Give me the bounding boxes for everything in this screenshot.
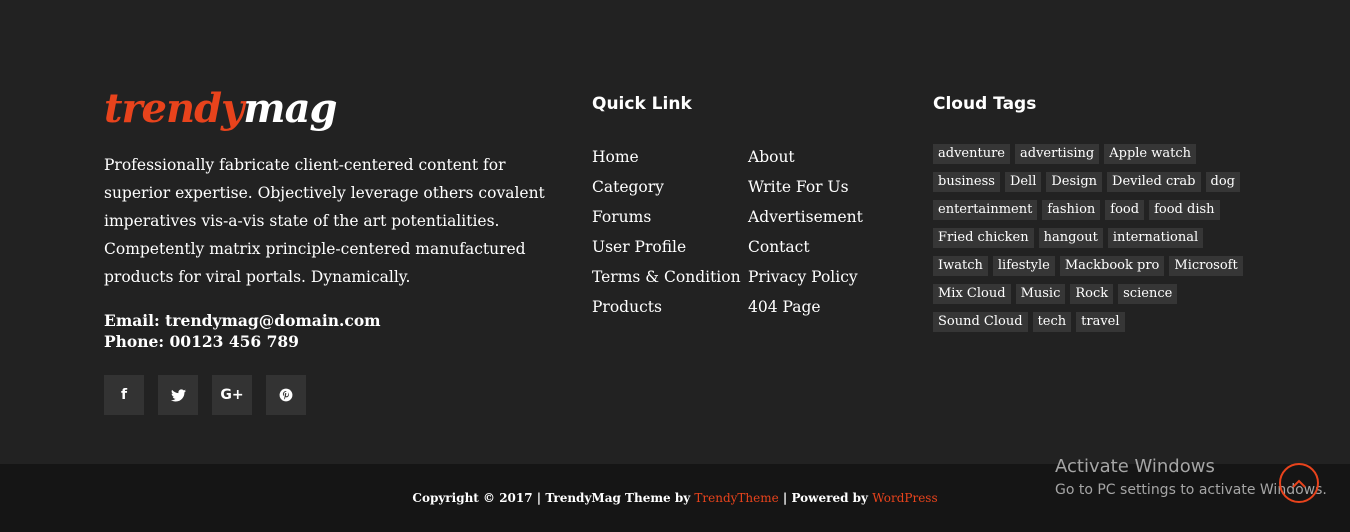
tag-item[interactable]: adventure (933, 144, 1010, 164)
tag-item[interactable]: Iwatch (933, 256, 988, 276)
quick-link-column-2: About Write For Us Advertisement Contact… (748, 142, 863, 322)
quick-link-products[interactable]: Products (592, 292, 741, 322)
quick-link-home[interactable]: Home (592, 142, 741, 172)
quick-link-title: Quick Link (592, 94, 692, 114)
google-plus-icon: G+ (220, 387, 244, 403)
wordpress-link[interactable]: WordPress (872, 491, 937, 505)
quick-link-category[interactable]: Category (592, 172, 741, 202)
contact-phone: Phone: 00123 456 789 (104, 332, 299, 351)
facebook-icon: f (120, 387, 128, 403)
tag-row: Sound Cloud tech travel (933, 312, 1233, 332)
about-text: Professionally fabricate client-centered… (104, 156, 545, 286)
tag-item[interactable]: Deviled crab (1107, 172, 1201, 192)
logo-trendy: trendy (104, 85, 244, 132)
tag-item[interactable]: Dell (1004, 172, 1042, 192)
tag-item[interactable]: food dish (1149, 200, 1220, 220)
tag-item[interactable]: Music (1015, 284, 1066, 304)
tag-item[interactable]: Apple watch (1104, 144, 1197, 164)
tag-item[interactable]: food (1105, 200, 1145, 220)
tag-row: Iwatch lifestyle Mackbook pro Microsoft (933, 256, 1243, 276)
tag-row: adventure advertising Apple watch (933, 144, 1233, 164)
tag-item[interactable]: science (1118, 284, 1178, 304)
quick-link-user-profile[interactable]: User Profile (592, 232, 741, 262)
tag-item[interactable]: travel (1076, 312, 1125, 332)
tag-item[interactable]: fashion (1042, 200, 1101, 220)
tag-row: Fried chicken hangout international (933, 228, 1233, 248)
trendytheme-link[interactable]: TrendyTheme (694, 491, 778, 505)
google-plus-button[interactable]: G+ (212, 375, 252, 415)
tag-item[interactable]: tech (1032, 312, 1072, 332)
tag-item[interactable]: hangout (1038, 228, 1103, 248)
tag-item[interactable]: Mackbook pro (1059, 256, 1165, 276)
tag-item[interactable]: lifestyle (992, 256, 1055, 276)
pinterest-button[interactable] (266, 375, 306, 415)
twitter-button[interactable] (158, 375, 198, 415)
quick-link-advertisement[interactable]: Advertisement (748, 202, 863, 232)
tag-cloud: adventure advertising Apple watch busine… (933, 144, 1243, 340)
tag-item[interactable]: Design (1046, 172, 1103, 192)
quick-link-about[interactable]: About (748, 142, 863, 172)
tag-item[interactable]: advertising (1015, 144, 1100, 164)
facebook-button[interactable]: f (104, 375, 144, 415)
chevron-up-icon (1292, 479, 1306, 488)
site-logo[interactable]: trendymag (104, 84, 338, 134)
quick-link-write-for-us[interactable]: Write For Us (748, 172, 863, 202)
tag-row: entertainment fashion food food dish (933, 200, 1233, 220)
twitter-icon (170, 388, 186, 401)
tag-item[interactable]: business (933, 172, 1000, 192)
tag-item[interactable]: Mix Cloud (933, 284, 1011, 304)
powered-by-text: | Powered by (778, 491, 873, 505)
cloud-tags-title: Cloud Tags (933, 94, 1037, 114)
quick-link-forums[interactable]: Forums (592, 202, 741, 232)
tag-item[interactable]: Fried chicken (933, 228, 1034, 248)
quick-link-privacy-policy[interactable]: Privacy Policy (748, 262, 863, 292)
contact-email: Email: trendymag@domain.com (104, 311, 381, 330)
contact-info: Email: trendymag@domain.com Phone: 00123… (104, 310, 381, 352)
quick-link-contact[interactable]: Contact (748, 232, 863, 262)
quick-link-terms[interactable]: Terms & Condition (592, 262, 741, 292)
tag-row: Mix Cloud Music Rock science (933, 284, 1233, 304)
social-links: f G+ (104, 375, 306, 415)
tag-item[interactable]: Rock (1070, 284, 1114, 304)
tag-item[interactable]: Microsoft (1169, 256, 1243, 276)
tag-item[interactable]: entertainment (933, 200, 1038, 220)
scroll-to-top-button[interactable] (1279, 463, 1319, 503)
tag-item[interactable]: international (1107, 228, 1204, 248)
logo-mag: mag (243, 85, 337, 132)
tag-item[interactable]: dog (1205, 172, 1240, 192)
quick-link-column-1: Home Category Forums User Profile Terms … (592, 142, 741, 322)
quick-link-404-page[interactable]: 404 Page (748, 292, 863, 322)
pinterest-icon (279, 388, 293, 402)
tag-item[interactable]: Sound Cloud (933, 312, 1028, 332)
copyright-prefix: Copyright © 2017 | TrendyMag Theme by (412, 491, 695, 505)
tag-row: business Dell Design Deviled crab dog (933, 172, 1240, 192)
